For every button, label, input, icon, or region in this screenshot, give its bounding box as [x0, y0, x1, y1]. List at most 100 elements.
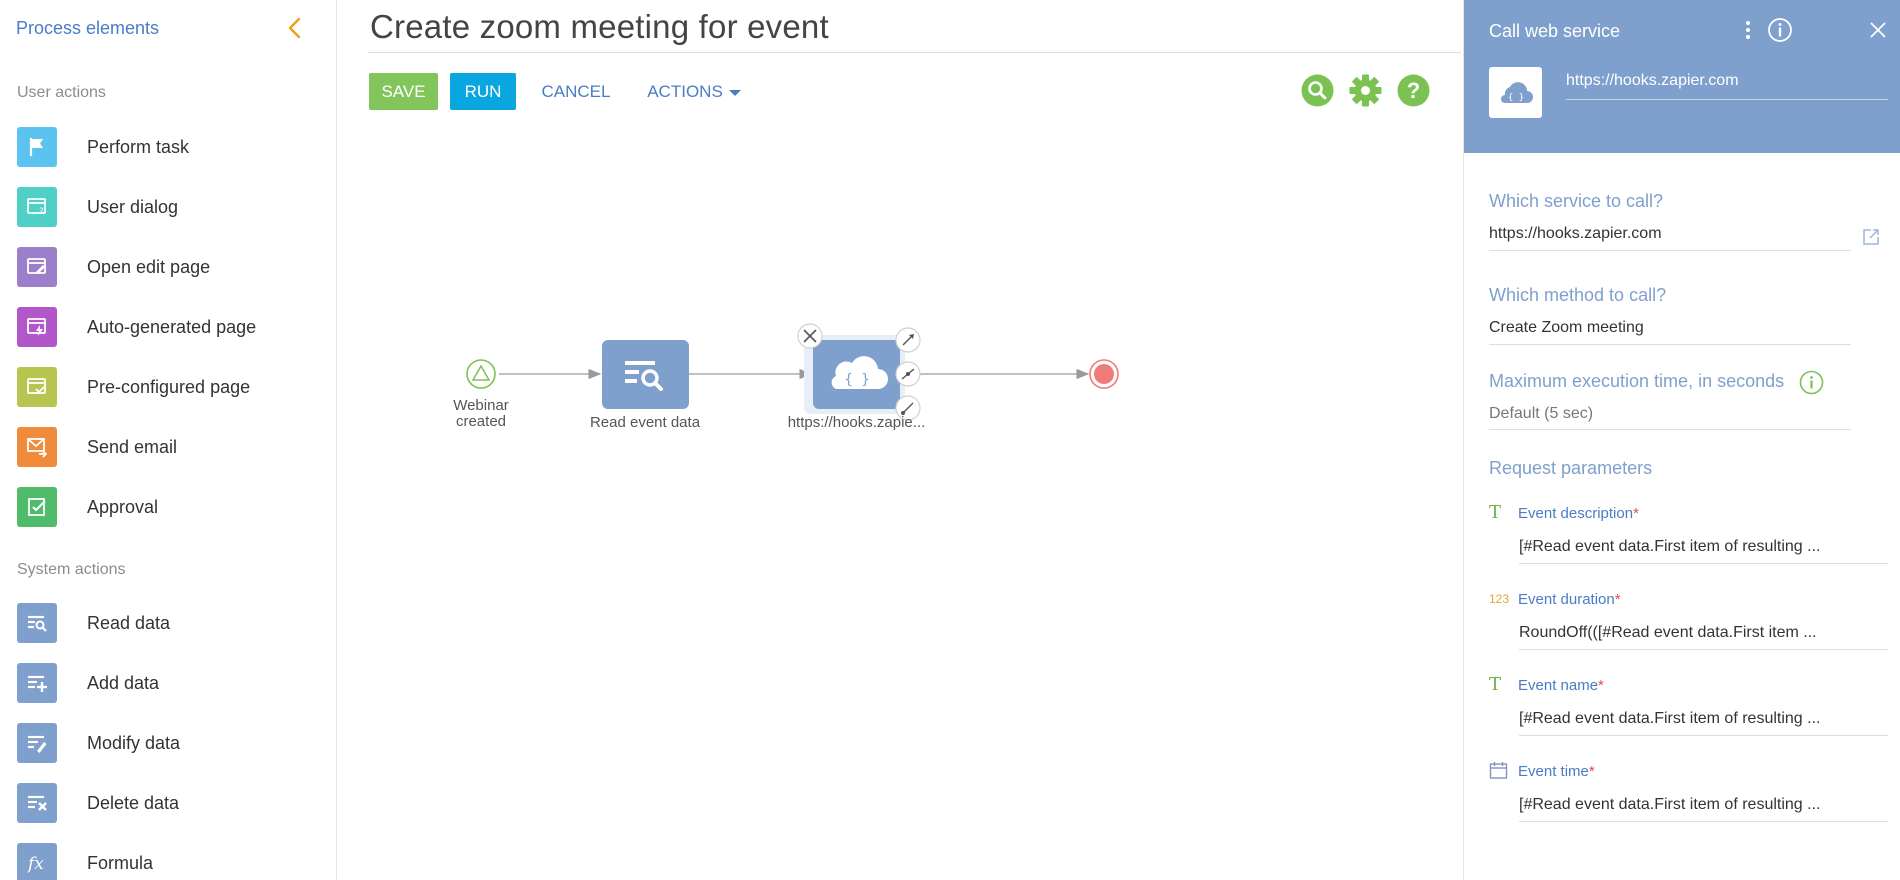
read-event-data-node[interactable]: [602, 340, 689, 409]
search-icon[interactable]: [1301, 74, 1334, 107]
process-flow: { }: [466, 323, 1119, 421]
run-button[interactable]: RUN: [450, 73, 516, 110]
sidebar-item-send-email[interactable]: Send email: [17, 427, 317, 467]
page-title: Create zoom meeting for event: [370, 8, 829, 45]
param-value-event-time[interactable]: [#Read event data.First item of resultin…: [1519, 796, 1820, 814]
svg-text:?: ?: [39, 207, 44, 217]
sidebar-item-label: Modify data: [87, 732, 181, 753]
sidebar-item-read-data[interactable]: Read data: [17, 603, 317, 643]
web-service-node[interactable]: { }: [804, 335, 905, 414]
param-line: [1519, 735, 1888, 736]
process-elements-sidebar: Process elements User actions Perform ta…: [0, 0, 337, 880]
read-data-icon: [17, 603, 57, 643]
gear-icon[interactable]: [1349, 74, 1382, 107]
read-event-data-label: Read event data: [589, 414, 701, 431]
sidebar-item-label: Add data: [87, 672, 160, 693]
delete-node-button[interactable]: [797, 323, 823, 349]
required-mark: *: [1598, 677, 1604, 694]
formula-icon: fx: [17, 843, 57, 880]
actions-label: ACTIONS: [647, 81, 723, 101]
method-field-label: Which method to call?: [1489, 285, 1667, 305]
sidebar-item-label: Auto-generated page: [87, 316, 257, 337]
edit-page-icon: [17, 247, 57, 287]
param-label-text: Event description: [1518, 505, 1634, 522]
open-external-icon[interactable]: [1862, 228, 1880, 246]
caption-underline: [1566, 99, 1888, 100]
method-field-line: [1489, 344, 1851, 345]
start-label-line-1: Webinar: [453, 397, 509, 414]
svg-text:?: ?: [1407, 78, 1420, 103]
sidebar-item-label: Pre-configured page: [87, 376, 251, 397]
request-parameters-title: Request parameters: [1489, 458, 1653, 478]
param-label-text: Event duration: [1518, 591, 1615, 608]
svg-text:{ }: { }: [844, 372, 869, 388]
add-data-icon: [17, 663, 57, 703]
cancel-button[interactable]: CANCEL: [541, 73, 611, 110]
sidebar-item-label: User dialog: [87, 196, 179, 217]
dialog-icon: ?: [17, 187, 57, 227]
web-service-label: https://hooks.zapie...: [787, 414, 926, 431]
start-event-label: Webinar created: [431, 398, 531, 430]
sidebar-item-add-data[interactable]: Add data: [17, 663, 317, 703]
service-field-label: Which service to call?: [1489, 191, 1664, 211]
param-label-event-time: Event time*: [1518, 763, 1595, 780]
modify-data-icon: [17, 723, 57, 763]
sidebar-item-open-edit-page[interactable]: Open edit page: [17, 247, 317, 287]
info-icon[interactable]: [1767, 17, 1793, 43]
sidebar-item-modify-data[interactable]: Modify data: [17, 723, 317, 763]
preconfigured-page-icon: [17, 367, 57, 407]
help-icon[interactable]: ?: [1397, 74, 1430, 107]
param-label-event-name: Event name*: [1518, 677, 1604, 694]
sidebar-item-delete-data[interactable]: Delete data: [17, 783, 317, 823]
start-event-node[interactable]: [466, 359, 496, 389]
text-type-icon: T: [1489, 502, 1502, 523]
sidebar-item-label: Formula: [87, 852, 154, 873]
approval-icon: [17, 487, 57, 527]
param-line: [1519, 649, 1888, 650]
method-field-value[interactable]: Create Zoom meeting: [1489, 319, 1644, 337]
service-field-value[interactable]: https://hooks.zapier.com: [1489, 225, 1662, 243]
param-value-event-duration[interactable]: RoundOff(([#Read event data.First item .…: [1519, 624, 1817, 642]
timeout-field-value[interactable]: Default (5 sec): [1489, 405, 1593, 423]
flag-icon: [17, 127, 57, 167]
sidebar-item-auto-generated-page[interactable]: Auto-generated page: [17, 307, 317, 347]
section-system-actions: System actions: [17, 561, 126, 578]
end-event-node[interactable]: [1089, 359, 1119, 389]
process-designer: Create zoom meeting for event SAVE RUN C…: [338, 0, 1463, 880]
calendar-icon: [1489, 762, 1508, 779]
sidebar-item-label: Approval: [87, 496, 159, 517]
info-icon[interactable]: [1799, 370, 1824, 395]
section-user-actions: User actions: [17, 84, 106, 101]
sidebar-title: Process elements: [16, 18, 160, 38]
connect-handle-icon[interactable]: [895, 327, 921, 353]
process-canvas[interactable]: { } Webinar created Read event data http…: [338, 130, 1463, 880]
panel-title: Call web service: [1489, 21, 1621, 41]
cloud-service-icon: { }: [1489, 67, 1542, 118]
sidebar-item-label: Open edit page: [87, 256, 211, 277]
close-icon[interactable]: [1865, 17, 1891, 43]
sidebar-item-perform-task[interactable]: Perform task: [17, 127, 317, 167]
actions-menu-button[interactable]: ACTIONS: [646, 73, 742, 110]
email-icon: [17, 427, 57, 467]
panel-header: Call web service { } https://hooks.zapie…: [1464, 0, 1900, 153]
sidebar-item-preconfigured-page[interactable]: Pre-configured page: [17, 367, 317, 407]
param-value-event-description[interactable]: [#Read event data.First item of resultin…: [1519, 538, 1820, 556]
save-button[interactable]: SAVE: [369, 73, 438, 110]
collapse-sidebar-button[interactable]: [284, 14, 306, 42]
more-options-icon[interactable]: [1735, 17, 1761, 43]
required-mark: *: [1614, 591, 1621, 608]
element-caption[interactable]: https://hooks.zapier.com: [1566, 72, 1739, 90]
text-type-icon: T: [1489, 674, 1502, 695]
sidebar-item-approval[interactable]: Approval: [17, 487, 317, 527]
sidebar-item-user-dialog[interactable]: ? User dialog: [17, 187, 317, 227]
caret-down-icon: [728, 89, 741, 96]
sidebar-item-label: Perform task: [87, 136, 190, 157]
connect-handle-icon[interactable]: [895, 361, 921, 387]
param-label-event-description: Event description*: [1518, 505, 1639, 522]
number-type-icon: 123: [1489, 592, 1510, 606]
param-label-event-duration: Event duration*: [1518, 591, 1621, 608]
sidebar-item-label: Delete data: [87, 792, 180, 813]
param-value-event-name[interactable]: [#Read event data.First item of resultin…: [1519, 710, 1820, 728]
auto-page-icon: [17, 307, 57, 347]
sidebar-item-formula[interactable]: fx Formula: [17, 843, 317, 880]
